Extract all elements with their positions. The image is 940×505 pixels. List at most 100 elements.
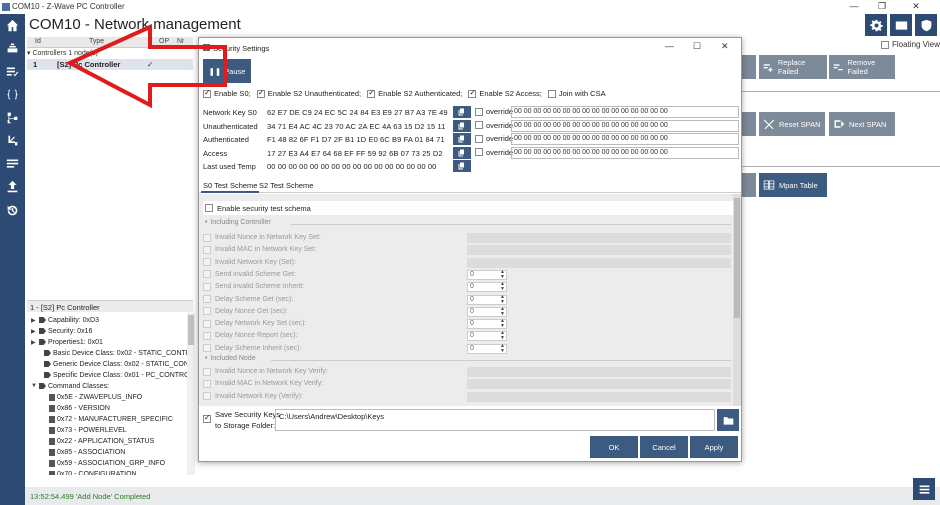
copy-key-button[interactable] [453, 146, 471, 159]
enable-option[interactable]: Join with CSA [547, 89, 606, 98]
route-icon[interactable] [5, 133, 20, 148]
option-checkbox[interactable] [203, 344, 211, 353]
override-checkbox[interactable] [475, 134, 483, 143]
option-checkbox[interactable] [203, 379, 211, 388]
tree-item[interactable]: 0x86 - VERSION [41, 403, 110, 413]
test-option[interactable]: Send invalid Scheme Inherit: [203, 281, 304, 292]
log-button[interactable] [913, 478, 935, 500]
override-checkbox[interactable] [475, 121, 483, 129]
option-checkbox[interactable] [203, 282, 211, 291]
tree-item[interactable]: 0x73 - POWERLEVEL [41, 425, 127, 435]
upload-icon[interactable] [5, 179, 20, 194]
enable-checkbox[interactable] [468, 88, 477, 98]
next-span-button[interactable]: Next SPAN [829, 112, 895, 136]
bg-button-edge[interactable] [742, 173, 756, 197]
minimize-icon[interactable]: — [840, 1, 868, 11]
test-option[interactable]: Invalid Network Key (Set): [203, 257, 296, 268]
reset-span-button[interactable]: Reset SPAN [759, 112, 825, 136]
test-option[interactable]: Invalid Nonce in Network Key Set: [203, 232, 321, 243]
override-key-input[interactable]: 00 00 00 00 00 00 00 00 00 00 00 00 00 0… [511, 146, 739, 159]
override-toggle[interactable]: override [475, 134, 513, 143]
cancel-button[interactable]: Cancel [640, 436, 688, 458]
tree-item[interactable]: ▶ Properties1: 0x01 [31, 337, 103, 347]
table-row[interactable]: 1 [S2] Pc Controller ✓ [27, 59, 193, 70]
option-number-input[interactable]: 0 ▲ ▼ [467, 331, 507, 342]
mpan-table-button[interactable]: Mpan Table [759, 173, 827, 197]
history-icon[interactable] [5, 203, 20, 218]
spinner-icon[interactable]: ▲ ▼ [500, 282, 505, 292]
copy-key-button[interactable] [453, 133, 471, 145]
option-checkbox[interactable] [203, 233, 211, 242]
mail-button[interactable] [890, 14, 912, 36]
home-icon[interactable] [5, 18, 20, 33]
option-checkbox[interactable] [203, 245, 211, 254]
security-button[interactable] [915, 14, 937, 36]
column-header[interactable]: Type [89, 38, 104, 45]
option-checkbox[interactable] [203, 307, 211, 316]
list-icon[interactable] [5, 156, 20, 171]
override-toggle[interactable]: override [475, 121, 513, 130]
option-text-input[interactable] [467, 257, 731, 268]
enable-option[interactable]: Enable S2 Access; [468, 88, 542, 98]
enable-schema-row[interactable]: Enable security test schema [203, 201, 735, 215]
expand-icon[interactable]: ▶ [31, 317, 37, 324]
option-number-input[interactable]: 0 ▲ ▼ [467, 306, 507, 317]
test-option[interactable]: Delay Nonce Report (sec): [203, 330, 297, 341]
tree-item[interactable]: 0x70 - CONFIGURATION [41, 469, 137, 475]
override-key-input[interactable]: 00 00 00 00 00 00 00 00 00 00 00 00 00 0… [511, 119, 739, 132]
option-checkbox[interactable] [203, 392, 211, 401]
option-number-input[interactable]: 0 ▲ ▼ [467, 282, 507, 293]
expand-icon[interactable]: ▶ [31, 328, 37, 335]
option-checkbox[interactable] [203, 295, 211, 303]
spinner-icon[interactable]: ▲ ▼ [500, 306, 505, 317]
braces-icon[interactable] [5, 87, 20, 102]
dialog-maximize-icon[interactable]: ☐ [693, 41, 701, 52]
tree-item[interactable]: Generic Device Class: 0x02 - STATIC_CONT [36, 359, 187, 369]
enable-schema-checkbox[interactable] [205, 204, 213, 212]
override-key-input[interactable]: 00 00 00 00 00 00 00 00 00 00 00 00 00 0… [511, 133, 739, 145]
option-checkbox[interactable] [203, 258, 211, 267]
dialog-close-icon[interactable]: ✕ [721, 41, 729, 52]
option-text-input[interactable] [467, 379, 731, 390]
tree-item[interactable]: ▶ Capability: 0xD3 [31, 315, 99, 325]
enable-checkbox[interactable] [203, 88, 211, 98]
tree-item[interactable]: Specific Device Class: 0x01 - PC_CONTROL [36, 370, 187, 380]
option-number-input[interactable]: 0 ▲ ▼ [467, 319, 507, 330]
override-checkbox[interactable] [475, 107, 483, 116]
test-option[interactable]: Delay Scheme Inherit (sec): [203, 343, 301, 354]
test-option[interactable]: Send invalid Scheme Get: [203, 269, 296, 280]
test-option[interactable]: Invalid Nonce in Network Key Verify: [203, 366, 328, 377]
override-key-input[interactable]: 00 00 00 00 00 00 00 00 00 00 00 00 00 0… [511, 106, 739, 118]
option-number-input[interactable]: 0 ▲ ▼ [467, 269, 507, 280]
tree-item[interactable]: 0x72 - MANUFACTURER_SPECIFIC [41, 414, 173, 424]
bg-button-edge[interactable] [742, 112, 756, 136]
network-icon[interactable] [5, 40, 20, 55]
enable-option[interactable]: Enable S2 Unauthenticated; [256, 88, 361, 98]
option-checkbox[interactable] [203, 319, 211, 328]
test-option[interactable]: Invalid MAC in Network Key Set: [203, 244, 316, 255]
test-option[interactable]: Delay Nonce Get (sec): [203, 306, 288, 317]
tree-item[interactable]: ▼ Command Classes: [31, 381, 109, 391]
option-number-input[interactable]: 0 ▲ ▼ [467, 294, 507, 305]
enable-option[interactable]: Enable S2 Authenticated; [367, 88, 462, 98]
tree-scrollbar[interactable] [187, 313, 195, 475]
spinner-icon[interactable]: ▲ ▼ [500, 269, 505, 280]
copy-key-button[interactable] [453, 119, 471, 132]
copy-key-button[interactable] [453, 160, 471, 172]
option-checkbox[interactable] [203, 367, 211, 376]
copy-key-button[interactable] [453, 106, 471, 118]
column-header[interactable]: Id [35, 38, 41, 45]
remove-failed-button[interactable]: Remove Failed [829, 55, 895, 79]
storage-folder-input[interactable]: C:\Users\Andrew\Desktop\Keys [275, 409, 715, 431]
apply-button[interactable]: Apply [690, 436, 738, 458]
spinner-icon[interactable]: ▲ ▼ [500, 343, 505, 354]
topology-icon[interactable] [5, 110, 20, 125]
pause-button[interactable]: ❚❚ Pause [203, 59, 251, 83]
tab-s0-test-scheme[interactable]: S0 Test Scheme [201, 181, 260, 193]
tree-item[interactable]: 0x59 - ASSOCIATION_GRP_INFO [41, 458, 165, 468]
controllers-group[interactable]: ▾ Controllers 1 node(s) [27, 49, 98, 57]
column-header[interactable]: OP [159, 38, 169, 45]
dialog-minimize-icon[interactable]: — [665, 41, 674, 51]
option-text-input[interactable] [467, 391, 731, 402]
override-toggle[interactable]: override [475, 107, 513, 116]
